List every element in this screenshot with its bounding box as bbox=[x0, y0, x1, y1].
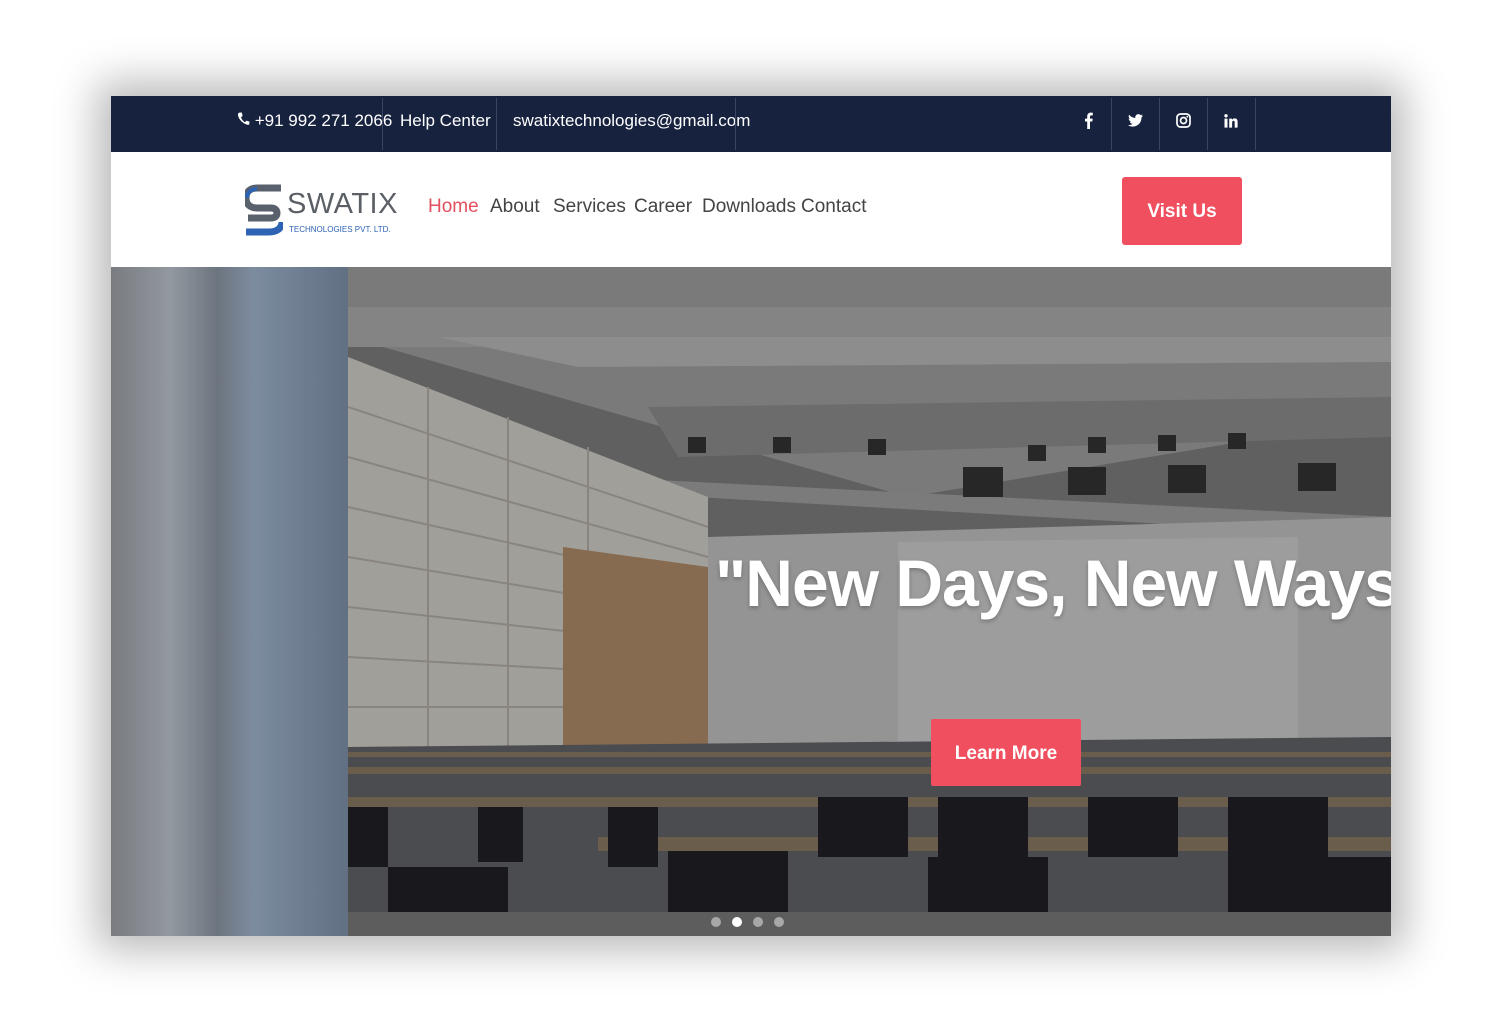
brand-name: SWATIX bbox=[287, 188, 398, 220]
hero-slider: "New Days, New Ways" Learn More bbox=[111, 267, 1391, 936]
top-bar: +91 992 271 2066 Help Center swatixtechn… bbox=[111, 96, 1391, 152]
linkedin-icon[interactable] bbox=[1207, 96, 1255, 152]
visit-us-button[interactable]: Visit Us bbox=[1122, 177, 1242, 245]
logo-mark-icon bbox=[245, 184, 283, 236]
phone-icon bbox=[237, 111, 255, 130]
nav-item-career[interactable]: Career bbox=[634, 196, 692, 218]
slider-dot[interactable] bbox=[753, 917, 763, 927]
phone-contact[interactable]: +91 992 271 2066 bbox=[237, 96, 392, 152]
slider-dot[interactable] bbox=[774, 917, 784, 927]
browser-frame: +91 992 271 2066 Help Center swatixtechn… bbox=[111, 96, 1391, 936]
brand-logo[interactable]: SWATIX TECHNOLOGIES PVT. LTD. bbox=[245, 184, 397, 240]
twitter-icon[interactable] bbox=[1111, 96, 1159, 152]
nav-item-home[interactable]: Home bbox=[428, 196, 479, 218]
hero-headline: "New Days, New Ways" bbox=[715, 546, 1391, 620]
main-navbar: SWATIX TECHNOLOGIES PVT. LTD. Home About… bbox=[111, 152, 1391, 267]
help-center-link[interactable]: Help Center bbox=[400, 96, 491, 152]
divider bbox=[735, 98, 736, 150]
brand-tagline: TECHNOLOGIES PVT. LTD. bbox=[289, 225, 391, 234]
email-link[interactable]: swatixtechnologies@gmail.com bbox=[513, 96, 750, 152]
divider bbox=[1255, 98, 1256, 150]
slider-dot[interactable] bbox=[711, 917, 721, 927]
nav-item-downloads[interactable]: Downloads bbox=[702, 196, 796, 218]
learn-more-button[interactable]: Learn More bbox=[931, 719, 1081, 786]
divider bbox=[382, 98, 383, 150]
facebook-icon[interactable] bbox=[1064, 96, 1112, 152]
nav-item-services[interactable]: Services bbox=[553, 196, 626, 218]
instagram-icon[interactable] bbox=[1159, 96, 1207, 152]
divider bbox=[496, 98, 497, 150]
slider-dot-active[interactable] bbox=[732, 917, 742, 927]
nav-item-contact[interactable]: Contact bbox=[801, 196, 866, 218]
phone-number: +91 992 271 2066 bbox=[254, 111, 393, 130]
nav-item-about[interactable]: About bbox=[490, 196, 540, 218]
